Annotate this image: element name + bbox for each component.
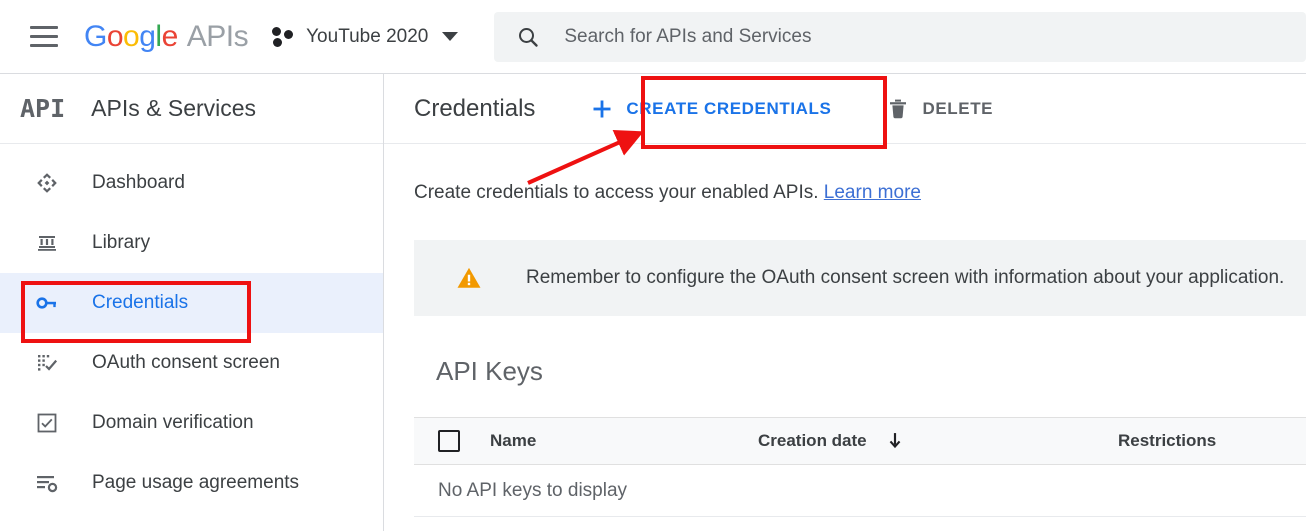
search-input[interactable] — [562, 10, 1306, 63]
cloud-project-icon — [272, 26, 296, 48]
key-icon — [34, 290, 60, 316]
oauth-consent-banner: Remember to configure the OAuth consent … — [414, 240, 1306, 316]
sidebar: API APIs & Services Dashboard Library Cr… — [0, 74, 384, 531]
table-empty-row: No API keys to display — [414, 465, 1306, 517]
plus-icon — [590, 97, 614, 121]
banner-text: Remember to configure the OAuth consent … — [526, 267, 1285, 288]
page-title: Credentials — [414, 94, 536, 122]
sidebar-item-label: Library — [92, 232, 151, 253]
sidebar-item-label: Dashboard — [92, 172, 185, 193]
api-keys-table: Name Creation date Restrictions No API k… — [414, 417, 1306, 517]
api-logo-icon: API — [20, 94, 66, 123]
column-header-restrictions[interactable]: Restrictions — [1118, 431, 1216, 451]
main-content: Credentials CREATE CREDENTIALS DELETE Cr… — [384, 74, 1306, 531]
hamburger-bar-2 — [30, 35, 58, 38]
project-name: YouTube 2020 — [306, 25, 429, 47]
logo-suffix-apis: APIs — [186, 19, 249, 53]
sidebar-item-dashboard[interactable]: Dashboard — [0, 153, 383, 213]
column-header-name[interactable]: Name — [490, 431, 758, 451]
delete-button[interactable]: DELETE — [886, 97, 993, 121]
column-header-creation-date-label: Creation date — [758, 431, 867, 450]
list-settings-icon — [34, 470, 60, 496]
create-credentials-button[interactable]: CREATE CREDENTIALS — [590, 97, 831, 121]
dashboard-icon — [34, 170, 60, 196]
top-app-bar: G o o g l e APIs YouTube 2020 — [0, 0, 1306, 74]
hamburger-menu-icon[interactable] — [22, 15, 66, 59]
sidebar-header: API APIs & Services — [0, 74, 383, 144]
description-text: Create credentials to access your enable… — [414, 182, 819, 203]
hamburger-bar-1 — [30, 26, 58, 29]
consent-screen-icon — [34, 350, 60, 376]
logo-letter-o1: o — [106, 19, 124, 53]
delete-label: DELETE — [922, 98, 994, 118]
search-bar[interactable] — [494, 10, 1306, 63]
checkbox-icon — [34, 410, 60, 436]
arrow-down-icon — [889, 433, 900, 449]
sidebar-item-domain-verification[interactable]: Domain verification — [0, 393, 383, 453]
warning-triangle-icon — [457, 267, 481, 288]
sidebar-item-library[interactable]: Library — [0, 213, 383, 273]
sidebar-item-credentials[interactable]: Credentials — [0, 273, 383, 333]
project-selector[interactable]: YouTube 2020 — [272, 25, 459, 48]
chevron-down-icon — [442, 32, 459, 41]
search-icon — [519, 27, 539, 47]
library-icon — [34, 230, 60, 256]
column-header-creation-date[interactable]: Creation date — [758, 431, 1118, 451]
credentials-description: Create credentials to access your enable… — [414, 182, 1306, 204]
sidebar-item-page-usage-agreements[interactable]: Page usage agreements — [0, 453, 383, 513]
logo-letter-g2: g — [139, 19, 156, 53]
hamburger-bar-3 — [30, 44, 58, 47]
logo-letter-e: e — [161, 19, 179, 53]
select-all-checkbox[interactable] — [438, 430, 460, 452]
sidebar-item-label: Domain verification — [92, 412, 254, 433]
logo-letter-g1: G — [84, 19, 107, 53]
create-credentials-label: CREATE CREDENTIALS — [626, 98, 832, 118]
api-keys-section-title: API Keys — [436, 356, 543, 386]
page-body: API APIs & Services Dashboard Library Cr… — [0, 74, 1306, 531]
learn-more-link[interactable]: Learn more — [824, 182, 921, 203]
table-header-row: Name Creation date Restrictions — [414, 417, 1306, 465]
sidebar-item-oauth-consent-screen[interactable]: OAuth consent screen — [0, 333, 383, 393]
sidebar-nav: Dashboard Library Credentials OAuth cons… — [0, 144, 383, 513]
empty-state-message: No API keys to display — [438, 479, 628, 501]
google-apis-logo[interactable]: G o o g l e APIs — [84, 19, 249, 54]
logo-letter-o2: o — [123, 19, 140, 53]
main-toolbar: Credentials CREATE CREDENTIALS DELETE — [384, 74, 1306, 144]
sidebar-item-label: OAuth consent screen — [92, 352, 280, 373]
trash-icon — [886, 97, 910, 121]
sidebar-title: APIs & Services — [91, 95, 257, 121]
sidebar-item-label: Page usage agreements — [92, 472, 300, 493]
sidebar-item-label: Credentials — [92, 292, 189, 313]
